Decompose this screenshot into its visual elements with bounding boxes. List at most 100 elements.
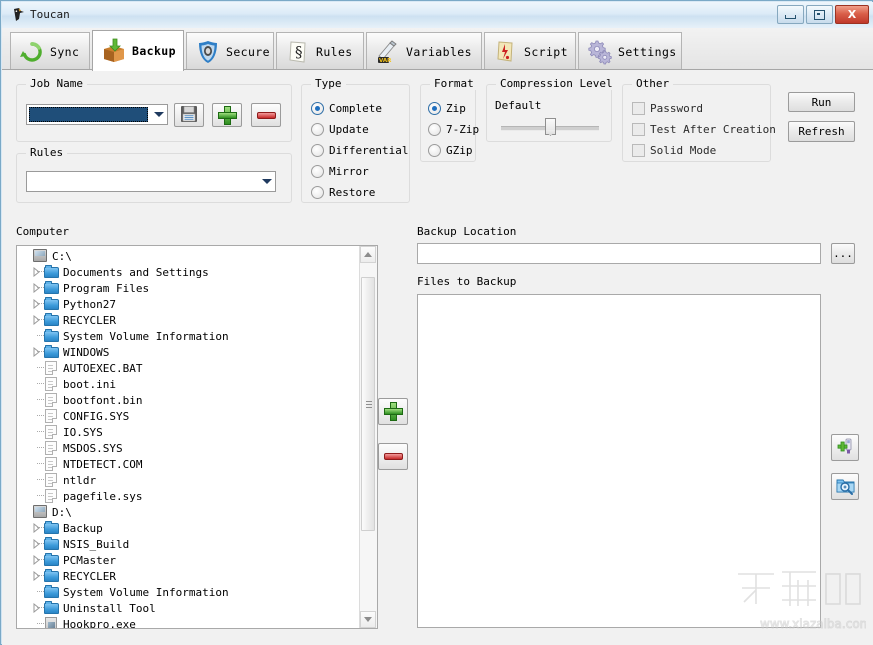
radio-format-zip[interactable]: Zip <box>428 102 466 115</box>
file-icon <box>43 392 60 408</box>
expand-arrow-icon[interactable] <box>32 264 46 280</box>
chevron-down-icon <box>258 172 275 191</box>
radio-type-differential[interactable]: Differential <box>311 144 408 157</box>
expand-arrow-icon[interactable] <box>32 296 46 312</box>
tree-item[interactable]: RECYCLER <box>17 312 360 328</box>
add-files-button[interactable] <box>378 398 408 425</box>
job-name-selected-value <box>29 107 148 122</box>
expand-arrow-icon[interactable] <box>32 280 46 296</box>
backup-location-input[interactable] <box>417 243 821 264</box>
job-name-group-title: Job Name <box>26 77 87 90</box>
computer-tree[interactable]: C:\ Documents and Settings Program Files Py… <box>16 245 378 629</box>
checkbox-solid-mode[interactable]: Solid Mode <box>632 144 716 157</box>
tree-item[interactable]: AUTOEXEC.BAT <box>17 360 360 376</box>
remove-files-button[interactable] <box>378 443 408 470</box>
files-to-backup-label: Files to Backup <box>417 275 517 288</box>
folder-icon <box>43 328 60 344</box>
remove-job-button[interactable] <box>251 103 281 127</box>
tab-variables[interactable]: VAR Variables <box>366 32 482 70</box>
tree-item[interactable]: boot.ini <box>17 376 360 392</box>
radio-type-restore[interactable]: Restore <box>311 186 375 199</box>
computer-tree-scrollbar[interactable] <box>359 246 377 628</box>
slider-thumb[interactable] <box>545 118 556 135</box>
scroll-down-button[interactable] <box>360 611 376 628</box>
tree-item[interactable]: NTDETECT.COM <box>17 456 360 472</box>
close-button[interactable]: X <box>835 5 869 24</box>
tree-item[interactable]: C:\ <box>17 248 360 264</box>
radio-type-update[interactable]: Update <box>311 123 369 136</box>
scroll-up-button[interactable] <box>360 246 376 263</box>
tree-item[interactable]: bootfont.bin <box>17 392 360 408</box>
tree-item[interactable]: Documents and Settings <box>17 264 360 280</box>
tree-item[interactable]: WINDOWS <box>17 344 360 360</box>
tree-item[interactable]: Hookpro.exe <box>17 616 360 628</box>
tree-item[interactable]: NSIS_Build <box>17 536 360 552</box>
expand-arrow-icon[interactable] <box>32 600 46 616</box>
tree-item[interactable]: Program Files <box>17 280 360 296</box>
compression-level-group: Compression Level Default <box>486 77 617 142</box>
compression-level-slider[interactable] <box>501 118 599 136</box>
expand-arrow-icon[interactable] <box>32 536 46 552</box>
refresh-button[interactable]: Refresh <box>788 121 855 142</box>
tab-rules[interactable]: § Rules <box>276 32 364 70</box>
radio-format-gzip[interactable]: GZip <box>428 144 473 157</box>
checkbox-password[interactable]: Password <box>632 102 703 115</box>
tree-item[interactable]: ntldr <box>17 472 360 488</box>
run-button[interactable]: Run <box>788 92 855 112</box>
tree-item[interactable]: MSDOS.SYS <box>17 440 360 456</box>
tab-secure[interactable]: Secure <box>186 32 274 70</box>
radio-format-7zip[interactable]: 7-Zip <box>428 123 479 136</box>
tree-item[interactable]: IO.SYS <box>17 424 360 440</box>
expand-arrow-icon[interactable] <box>32 344 46 360</box>
tab-script[interactable]: Script <box>484 32 576 70</box>
secure-shield-icon <box>195 39 221 65</box>
radio-off-icon <box>311 123 324 136</box>
save-job-button[interactable] <box>174 103 204 127</box>
expand-arrow-icon[interactable] <box>32 312 46 328</box>
tab-backup[interactable]: Backup <box>92 30 184 71</box>
expand-arrow-icon[interactable] <box>32 552 46 568</box>
browse-location-button[interactable]: ... <box>831 243 855 264</box>
tree-item[interactable]: Python27 <box>17 296 360 312</box>
tab-sync[interactable]: Sync <box>10 32 90 70</box>
green-plus-icon <box>383 402 403 421</box>
tree-item[interactable]: PCMaster <box>17 552 360 568</box>
format-group-title: Format <box>430 77 478 90</box>
add-usb-drive-button[interactable] <box>831 434 859 461</box>
expand-arrow-icon[interactable] <box>32 520 46 536</box>
rules-combobox[interactable] <box>26 171 276 192</box>
maximize-button[interactable] <box>806 5 833 24</box>
browse-folder-button[interactable] <box>831 473 859 500</box>
tree-item-label: ntldr <box>63 473 97 487</box>
tree-item[interactable]: CONFIG.SYS <box>17 408 360 424</box>
checkbox-test-after-creation[interactable]: Test After Creation <box>632 123 776 136</box>
tab-variables-label: Variables <box>406 44 472 59</box>
scrollbar-thumb[interactable] <box>361 276 375 531</box>
radio-off-icon <box>428 144 441 157</box>
minimize-button[interactable] <box>777 5 804 24</box>
tree-item[interactable]: Uninstall Tool <box>17 600 360 616</box>
tree-item[interactable]: Backup <box>17 520 360 536</box>
radio-type-complete[interactable]: Complete <box>311 102 382 115</box>
tree-item[interactable]: pagefile.sys <box>17 488 360 504</box>
settings-gears-icon <box>587 39 613 65</box>
tab-settings[interactable]: Settings <box>578 32 682 70</box>
files-to-backup-list[interactable] <box>417 294 821 628</box>
tree-connector <box>32 456 46 472</box>
other-group: Other Password Test After Creation Solid… <box>622 77 776 162</box>
rules-group: Rules <box>16 146 292 203</box>
checkbox-unchecked-icon <box>632 144 645 157</box>
tree-item[interactable]: System Volume Information <box>17 328 360 344</box>
tree-item-label: IO.SYS <box>63 425 103 439</box>
tree-item-label: WINDOWS <box>63 345 110 359</box>
tree-item[interactable]: System Volume Information <box>17 584 360 600</box>
file-icon <box>43 408 60 424</box>
sync-refresh-icon <box>19 39 45 65</box>
tree-item[interactable]: D:\ <box>17 504 360 520</box>
job-name-combobox[interactable] <box>26 104 168 125</box>
expand-arrow-icon[interactable] <box>32 568 46 584</box>
add-job-button[interactable] <box>212 103 242 127</box>
radio-type-mirror[interactable]: Mirror <box>311 165 369 178</box>
tree-item[interactable]: RECYCLER <box>17 568 360 584</box>
run-button-label: Run <box>811 95 832 109</box>
